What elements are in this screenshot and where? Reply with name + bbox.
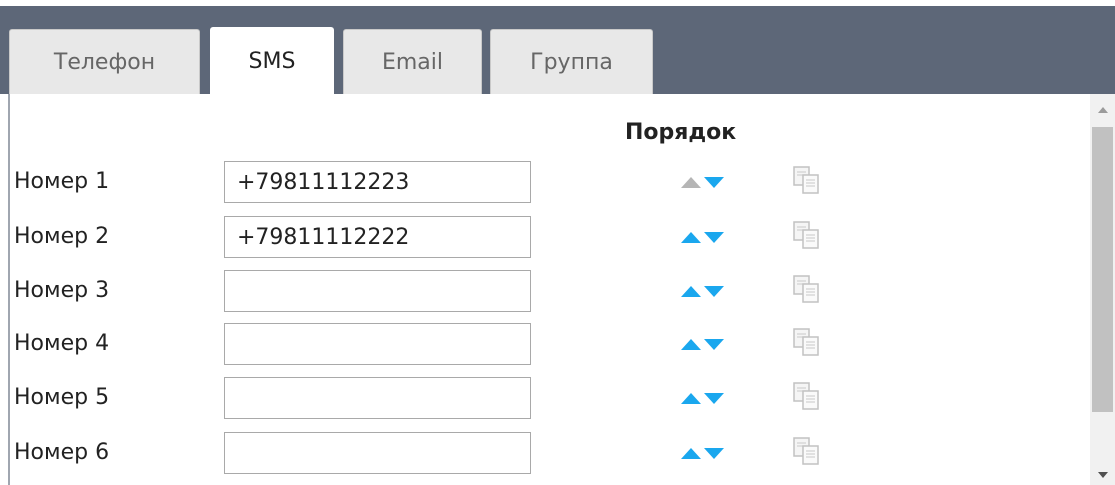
- copy-icon[interactable]: [792, 165, 820, 195]
- copy-icon[interactable]: [792, 274, 820, 304]
- copy-icon[interactable]: [792, 220, 820, 250]
- number-row-5: Номер 5: [14, 377, 1074, 421]
- number-label-6: Номер 6: [14, 440, 110, 465]
- scrollbar-thumb[interactable]: [1092, 127, 1113, 412]
- move-up-icon: [681, 177, 701, 188]
- move-up-icon[interactable]: [681, 286, 701, 297]
- move-down-icon[interactable]: [704, 286, 724, 297]
- number-row-6: Номер 6: [14, 432, 1074, 476]
- vertical-scrollbar[interactable]: [1090, 94, 1115, 485]
- number-row-3: Номер 3: [14, 270, 1074, 314]
- move-down-icon[interactable]: [704, 448, 724, 459]
- number-input-4[interactable]: [224, 323, 531, 365]
- number-label-3: Номер 3: [14, 278, 110, 303]
- move-up-icon[interactable]: [681, 448, 701, 459]
- number-input-2[interactable]: [224, 216, 531, 258]
- number-label-2: Номер 2: [14, 224, 110, 249]
- tab-phone[interactable]: Телефон: [9, 29, 200, 100]
- copy-icon[interactable]: [792, 327, 820, 357]
- move-down-icon[interactable]: [704, 393, 724, 404]
- number-row-2: Номер 2: [14, 216, 1074, 260]
- move-down-icon[interactable]: [704, 339, 724, 350]
- number-label-1: Номер 1: [14, 169, 110, 194]
- order-column-header: Порядок: [625, 120, 737, 145]
- tab-bar: Телефон SMS Email Группа: [0, 0, 1115, 100]
- panel-left-border: [8, 94, 10, 485]
- copy-icon[interactable]: [792, 436, 820, 466]
- move-down-icon[interactable]: [704, 232, 724, 243]
- tab-group[interactable]: Группа: [490, 29, 653, 100]
- tab-sms[interactable]: SMS: [210, 27, 334, 100]
- number-input-6[interactable]: [224, 432, 531, 474]
- move-up-icon[interactable]: [681, 339, 701, 350]
- tab-email[interactable]: Email: [343, 29, 482, 100]
- scroll-up-icon[interactable]: [1098, 107, 1108, 113]
- number-row-1: Номер 1: [14, 161, 1074, 205]
- number-input-1[interactable]: [224, 161, 531, 203]
- copy-icon[interactable]: [792, 381, 820, 411]
- number-row-4: Номер 4: [14, 323, 1074, 367]
- move-down-icon[interactable]: [704, 177, 724, 188]
- scroll-down-icon[interactable]: [1098, 472, 1108, 478]
- number-input-5[interactable]: [224, 377, 531, 419]
- number-input-3[interactable]: [224, 270, 531, 312]
- number-label-4: Номер 4: [14, 331, 110, 356]
- number-label-5: Номер 5: [14, 385, 110, 410]
- move-up-icon[interactable]: [681, 393, 701, 404]
- move-up-icon[interactable]: [681, 232, 701, 243]
